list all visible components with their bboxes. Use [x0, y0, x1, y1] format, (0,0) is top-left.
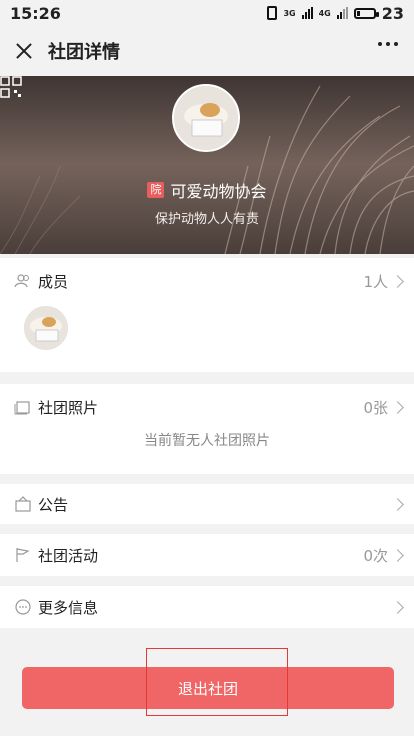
chevron-right-icon: [391, 600, 404, 614]
qr-code-icon[interactable]: [0, 76, 22, 98]
club-name-row: 院 可爱动物协会: [0, 178, 414, 202]
chevron-right-icon: [391, 274, 404, 288]
photos-section[interactable]: 社团照片 0张 当前暂无人社团照片: [0, 384, 414, 474]
more-info-label: 更多信息: [38, 598, 99, 617]
notice-section[interactable]: 公告: [0, 484, 414, 524]
chevron-right-icon: [391, 497, 404, 511]
exit-club-button[interactable]: 退出社团: [22, 667, 394, 709]
battery-icon: [353, 7, 379, 19]
notice-row[interactable]: 公告: [0, 484, 414, 524]
signal-icon: [301, 7, 313, 19]
more-info-section[interactable]: 更多信息: [0, 586, 414, 628]
photos-row[interactable]: 社团照片 0张: [0, 384, 414, 430]
activities-section[interactable]: 社团活动 0次: [0, 534, 414, 576]
activities-row[interactable]: 社团活动 0次: [0, 534, 414, 576]
photos-empty-text: 当前暂无人社团照片: [144, 433, 270, 449]
battery-percent: 23: [381, 3, 404, 23]
vibrate-icon: [267, 6, 278, 20]
photos-icon: [14, 401, 30, 415]
network-4g-label: 4G: [318, 8, 331, 18]
college-badge: 院: [147, 182, 165, 198]
top-bar: 社团详情: [0, 26, 414, 76]
member-avatar[interactable]: [24, 306, 68, 350]
club-banner: 院 可爱动物协会 保护动物人人有责: [0, 76, 414, 254]
chevron-right-icon: [391, 548, 404, 562]
club-avatar: [172, 84, 240, 152]
photos-label: 社团照片: [38, 398, 99, 417]
members-count: 1人: [363, 272, 388, 291]
more-info-row[interactable]: 更多信息: [0, 586, 414, 628]
photos-count: 0张: [363, 398, 388, 417]
activities-count: 0次: [363, 546, 388, 565]
status-time: 15:26: [10, 3, 61, 23]
flag-icon: [16, 548, 30, 562]
more-icon[interactable]: [378, 42, 398, 46]
status-icons: 3G 4G 23: [267, 4, 404, 23]
activities-label: 社团活动: [38, 546, 99, 565]
club-motto: 保护动物人人有责: [154, 212, 259, 227]
chevron-right-icon: [391, 400, 404, 414]
members-label: 成员: [38, 272, 69, 291]
page-title: 社团详情: [48, 42, 120, 63]
signal-icon: [336, 7, 348, 19]
network-3g-label: 3G: [283, 8, 296, 18]
status-bar: 15:26 3G 4G 23: [0, 0, 414, 26]
battery-fill: [356, 10, 360, 16]
members-icon: [14, 274, 29, 288]
close-icon[interactable]: [12, 39, 36, 63]
notice-icon: [15, 496, 31, 512]
more-info-icon: [15, 599, 31, 615]
notice-label: 公告: [38, 495, 69, 514]
members-row[interactable]: 成员 1人: [0, 258, 414, 304]
members-section[interactable]: 成员 1人: [0, 258, 414, 372]
club-name: 可爱动物协会: [170, 182, 267, 201]
